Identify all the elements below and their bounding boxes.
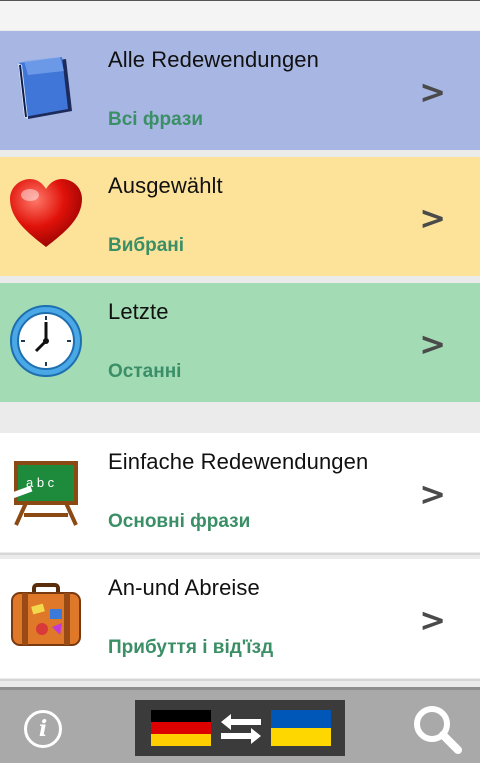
menu-item-title: An-und Abreise — [108, 575, 260, 600]
menu-item-recent[interactable]: Letzte Останні > — [0, 283, 480, 402]
chevron-right-icon: > — [419, 325, 446, 363]
menu-item-favorites[interactable]: Ausgewählt Вибрані > — [0, 157, 480, 276]
divider — [0, 553, 480, 555]
chalkboard-icon: a b c — [11, 461, 78, 526]
language-switch-button[interactable] — [135, 700, 345, 756]
info-icon[interactable]: i — [24, 710, 62, 748]
menu-item-all-phrases[interactable]: Alle Redewendungen Всі фрази > — [0, 31, 480, 150]
menu-item-arrival-departure[interactable]: An-und Abreise Прибуття і від'їзд > — [0, 559, 480, 678]
menu-item-title: Ausgewählt — [108, 173, 223, 198]
menu-item-subtitle: Прибуття і від'їзд — [108, 637, 274, 658]
bottom-toolbar: i — [0, 687, 480, 763]
chevron-right-icon: > — [419, 199, 446, 237]
top-strip — [0, 0, 480, 30]
menu-item-subtitle: Основні фрази — [108, 511, 251, 532]
menu-item-subtitle: Вибрані — [108, 235, 185, 256]
menu-item-subtitle: Останні — [108, 361, 182, 382]
clock-icon — [10, 305, 82, 377]
menu-item-title: Einfache Redewendungen — [108, 449, 369, 474]
search-icon[interactable] — [412, 704, 462, 754]
divider — [0, 679, 480, 681]
german-flag-icon — [151, 710, 331, 746]
chevron-right-icon: > — [419, 601, 446, 639]
book-icon — [18, 57, 72, 119]
chevron-right-icon: > — [419, 73, 446, 111]
menu-item-title: Alle Redewendungen — [108, 47, 319, 72]
suitcase-icon — [11, 583, 81, 646]
menu-item-title: Letzte — [108, 299, 169, 324]
chevron-right-icon: > — [419, 475, 446, 513]
menu-item-basic-phrases[interactable]: a b c Einfache Redewendungen Основні фра… — [0, 433, 480, 552]
heart-icon — [10, 179, 82, 247]
menu-item-subtitle: Всі фрази — [108, 109, 203, 130]
